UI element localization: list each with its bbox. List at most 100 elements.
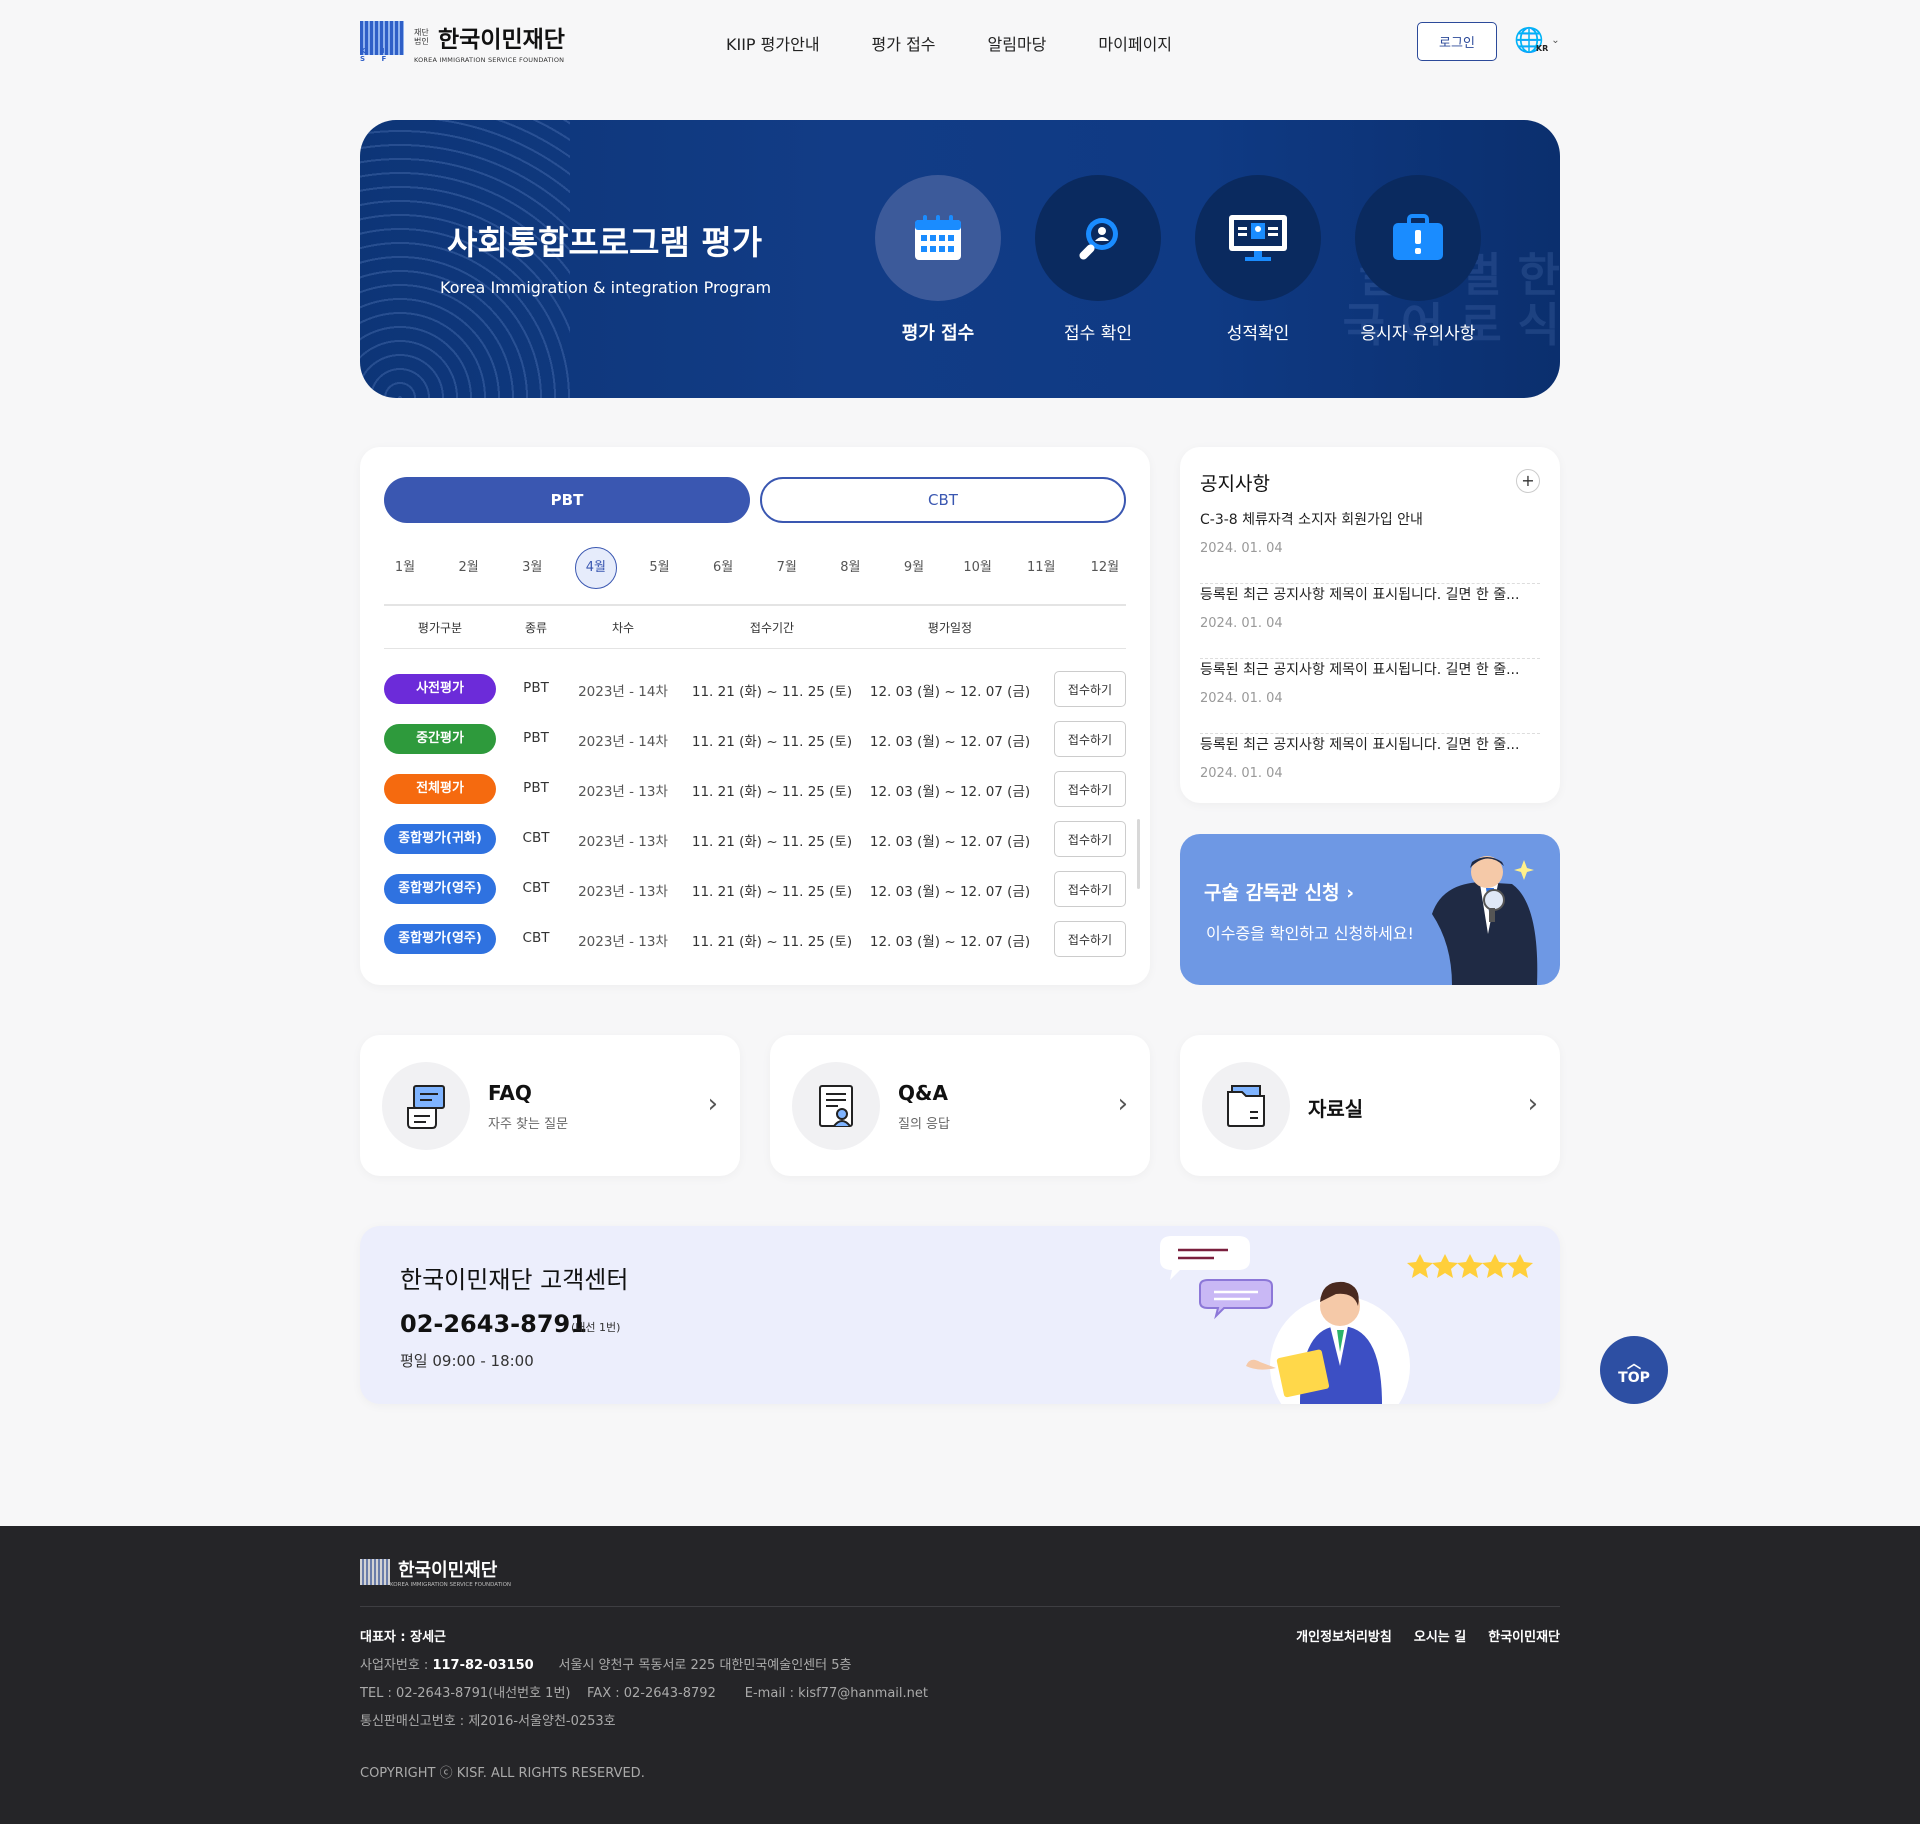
footer-links: 개인정보처리방침 오시는 길 한국이민재단 [1296, 1626, 1560, 1645]
schedule-card: PBT CBT 1월 2월 3월 4월 5월 6월 7월 8월 9월 10월 1… [360, 447, 1150, 985]
notice-more-button[interactable]: + [1516, 469, 1540, 493]
table-row: 종합평가(영주) CBT 2023년 - 13차 11. 21 (화) ~ 11. 2… [384, 921, 1126, 957]
language-selector[interactable]: 🌐 KR ⌄ [1514, 28, 1560, 53]
notice-card: 공지사항 + C-3-8 체류자격 소지자 회원가입 안내 2024. 01. … [1180, 447, 1560, 803]
footer-mail-order: 통신판매신고번호 : 제2016-서울양천-0253호 [360, 1714, 616, 1729]
apply-button[interactable]: 접수하기 [1054, 771, 1126, 807]
nav-notice[interactable]: 알림마당 [988, 31, 1047, 55]
table-scrollbar[interactable] [1137, 819, 1140, 889]
cell-period: 11. 21 (화) ~ 11. 25 (토) [691, 834, 853, 850]
supervisor-illustration [1432, 856, 1538, 985]
oral-title: 구술 감독관 신청 › [1204, 882, 1355, 904]
call-center-banner: 한국이민재단 고객센터 02-2643-8791 (내선 1번) 평일 09:0… [360, 1226, 1560, 1404]
category-badge: 중간평가 [384, 724, 496, 754]
notice-item[interactable]: 등록된 최근 공지사항 제목이 표시됩니다. 길면 한 줄... 2024. 0… [1200, 734, 1540, 809]
site-logo[interactable]: K I S F 재단법인 한국이민재단 KOREA IMMIGRATION SE… [360, 20, 565, 64]
logo-small-text: 재단법인 [414, 28, 429, 46]
month-3[interactable]: 3월 [511, 547, 553, 589]
directions-link[interactable]: 오시는 길 [1414, 1626, 1466, 1645]
month-4-selected[interactable]: 4월 [574, 547, 617, 589]
cell-type: CBT [522, 880, 550, 896]
cell-round: 2023년 - 14차 [578, 734, 668, 750]
col-period: 접수기간 [749, 621, 795, 635]
month-1[interactable]: 1월 [384, 547, 426, 589]
cell-type: PBT [523, 680, 549, 696]
cell-round: 2023년 - 13차 [578, 884, 668, 900]
apply-button[interactable]: 접수하기 [1054, 921, 1126, 957]
tab-pbt[interactable]: PBT [384, 477, 750, 523]
monitor-icon [1229, 215, 1287, 261]
apply-button[interactable]: 접수하기 [1054, 721, 1126, 757]
qna-icon [792, 1062, 880, 1150]
month-8[interactable]: 8월 [829, 547, 871, 589]
cell-date: 12. 03 (월) ~ 12. 07 (금) [869, 934, 1031, 950]
hero-notice[interactable]: 응시자 유의사항 [1338, 175, 1498, 344]
call-center-title: 한국이민재단 고객센터 [400, 1266, 629, 1294]
chevron-right-icon: › [707, 1089, 718, 1119]
nav-mypage[interactable]: 마이페이지 [1098, 31, 1172, 55]
apply-button[interactable]: 접수하기 [1054, 871, 1126, 907]
cell-period: 11. 21 (화) ~ 11. 25 (토) [691, 734, 853, 750]
oral-supervisor-banner[interactable]: 구술 감독관 신청 › 이수증을 확인하고 신청하세요! [1180, 834, 1560, 985]
cell-period: 11. 21 (화) ~ 11. 25 (토) [691, 884, 853, 900]
call-center-hours: 평일 09:00 - 18:00 [400, 1352, 534, 1370]
month-selector: 1월 2월 3월 4월 5월 6월 7월 8월 9월 10월 11월 12월 [384, 547, 1126, 589]
scroll-top-button[interactable]: ︿ TOP [1600, 1336, 1668, 1404]
logo-mark-icon: K I S F [360, 21, 404, 63]
nav-apply[interactable]: 평가 접수 [872, 31, 936, 55]
foundation-link[interactable]: 한국이민재단 [1488, 1626, 1560, 1645]
chevron-right-icon: › [1527, 1089, 1538, 1119]
category-badge: 사전평가 [384, 674, 496, 704]
footer-logo[interactable]: 한국이민재단 KOREA IMMIGRATION SERVICE FOUNDAT… [360, 1556, 511, 1588]
faq-link[interactable]: FAQ 자주 찾는 질문 › [360, 1035, 740, 1176]
hero-check[interactable]: 접수 확인 [1018, 175, 1178, 344]
apply-button[interactable]: 접수하기 [1054, 821, 1126, 857]
cell-period: 11. 21 (화) ~ 11. 25 (토) [691, 784, 853, 800]
footer-divider [360, 1606, 1560, 1607]
cell-period: 11. 21 (화) ~ 11. 25 (토) [691, 934, 853, 950]
cell-date: 12. 03 (월) ~ 12. 07 (금) [869, 684, 1031, 700]
chevron-up-icon: ︿ [1627, 1356, 1641, 1372]
hero-subtitle: Korea Immigration & integration Program [440, 278, 772, 297]
call-center-phone: 02-2643-8791 [400, 1310, 587, 1338]
logo-name: 한국이민재단 [438, 27, 565, 53]
month-12[interactable]: 12월 [1084, 547, 1126, 589]
cell-type: PBT [523, 780, 549, 796]
table-row: 종합평가(영주) CBT 2023년 - 13차 11. 21 (화) ~ 11. 2… [384, 871, 1126, 907]
faq-subtitle: 자주 찾는 질문 [488, 1117, 569, 1132]
month-7[interactable]: 7월 [766, 547, 808, 589]
month-9[interactable]: 9월 [893, 547, 935, 589]
archive-link[interactable]: 자료실 › [1180, 1035, 1560, 1176]
nav-kiip-guide[interactable]: KIIP 평가안내 [726, 31, 820, 55]
qna-link[interactable]: Q&A 질의 응답 › [770, 1035, 1150, 1176]
main-nav: KIIP 평가안내 평가 접수 알림마당 마이페이지 [726, 31, 1172, 55]
month-6[interactable]: 6월 [702, 547, 744, 589]
apply-button[interactable]: 접수하기 [1054, 671, 1126, 707]
privacy-policy-link[interactable]: 개인정보처리방침 [1296, 1626, 1392, 1645]
hero-score[interactable]: 성적확인 [1178, 175, 1338, 344]
site-header: K I S F 재단법인 한국이민재단 KOREA IMMIGRATION SE… [360, 0, 1560, 82]
category-badge: 전체평가 [384, 774, 496, 804]
notice-item[interactable]: C-3-8 체류자격 소지자 회원가입 안내 2024. 01. 04 [1200, 509, 1540, 584]
footer-copyright: COPYRIGHT ⓒ KISF. ALL RIGHTS RESERVED. [360, 1766, 645, 1781]
month-5[interactable]: 5월 [639, 547, 681, 589]
hero-apply[interactable]: 평가 접수 [858, 175, 1018, 345]
month-2[interactable]: 2월 [448, 547, 490, 589]
footer-logo-name: 한국이민재단 [398, 1560, 498, 1581]
month-10[interactable]: 10월 [957, 547, 999, 589]
hero-item-label: 평가 접수 [901, 323, 975, 344]
table-row: 중간평가 PBT 2023년 - 14차 11. 21 (화) ~ 11. 25 (토… [384, 721, 1126, 757]
calendar-icon [915, 215, 961, 260]
cell-round: 2023년 - 13차 [578, 934, 668, 950]
tab-cbt[interactable]: CBT [760, 477, 1126, 523]
notice-item[interactable]: 등록된 최근 공지사항 제목이 표시됩니다. 길면 한 줄... 2024. 0… [1200, 584, 1540, 659]
month-11[interactable]: 11월 [1020, 547, 1062, 589]
chevron-down-icon: ⌄ [1551, 35, 1560, 46]
call-center-ext: (내선 1번) [571, 1321, 621, 1334]
category-badge: 종합평가(영주) [384, 924, 496, 954]
login-button[interactable]: 로그인 [1417, 22, 1497, 61]
hero-item-label: 응시자 유의사항 [1360, 324, 1476, 344]
language-code: KR [1535, 44, 1549, 53]
notice-item[interactable]: 등록된 최근 공지사항 제목이 표시됩니다. 길면 한 줄... 2024. 0… [1200, 659, 1540, 734]
footer-contact: TEL : 02-2643-8791(내선번호 1번) FAX : 02-264… [360, 1686, 928, 1701]
